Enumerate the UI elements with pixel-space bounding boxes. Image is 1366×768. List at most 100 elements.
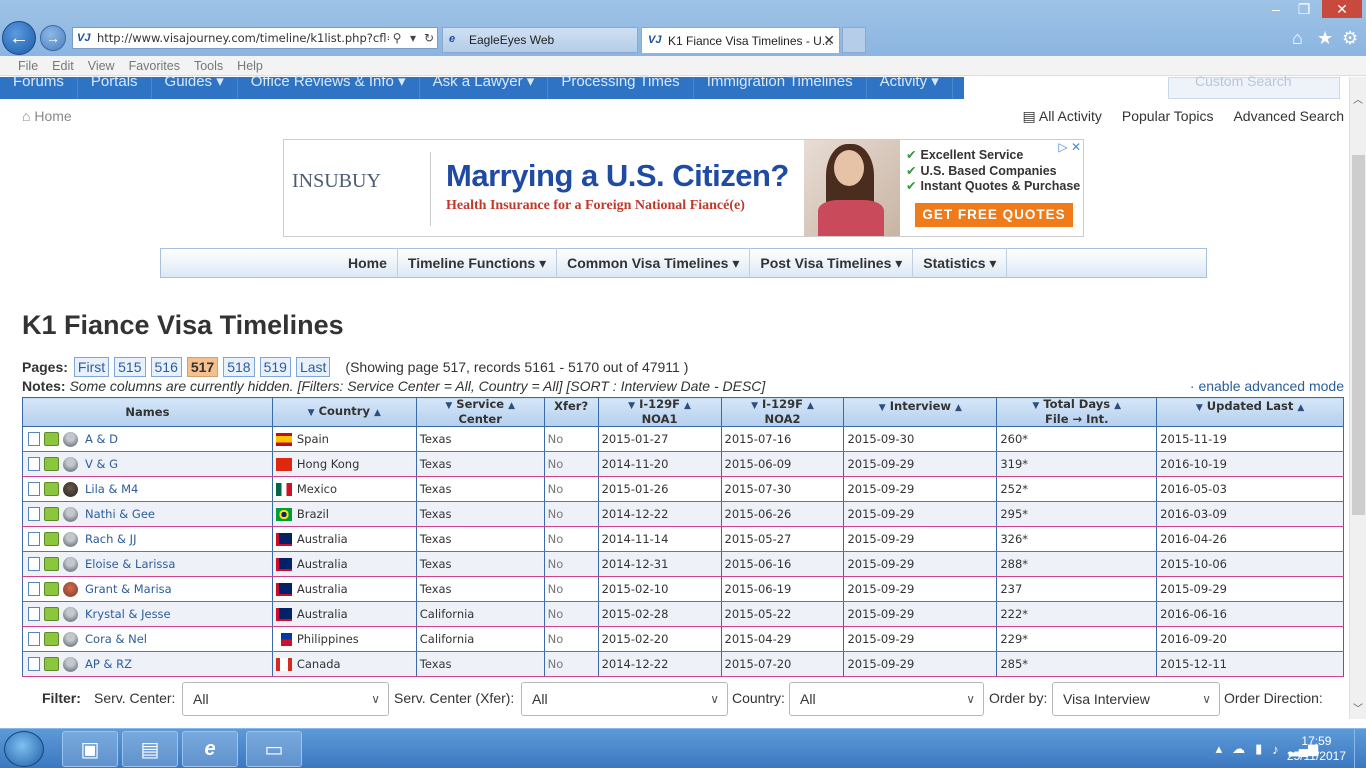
refresh-icon[interactable]: ↻	[421, 31, 437, 45]
nav-forums[interactable]: Forums	[0, 74, 78, 99]
cloud-icon[interactable]: ☁	[1232, 741, 1245, 757]
serv-center-xfer-select[interactable]: All ∨	[521, 682, 728, 716]
ad-cta-button[interactable]: GET FREE QUOTES	[915, 203, 1073, 227]
breadcrumb[interactable]: ⌂ Home	[22, 108, 72, 124]
tray-expand-icon[interactable]: ▴	[1216, 741, 1223, 757]
member-name-link[interactable]: Krystal & Jesse	[85, 607, 171, 621]
document-icon[interactable]	[28, 607, 40, 621]
nav-processing-times[interactable]: Processing Times	[548, 74, 694, 99]
country-link[interactable]: Australia	[297, 582, 348, 596]
member-name-link[interactable]: Eloise & Larissa	[85, 557, 175, 571]
tab-k1-timelines[interactable]: VJ K1 Fiance Visa Timelines - U... ✕	[641, 27, 840, 53]
scroll-down-icon[interactable]: ﹀	[1353, 700, 1363, 715]
visa-nav-home[interactable]: Home	[338, 248, 398, 278]
country-link[interactable]: Canada	[297, 657, 341, 671]
country-link[interactable]: Australia	[297, 607, 348, 621]
all-activity-link[interactable]: ▤ All Activity	[1023, 108, 1102, 125]
col-country[interactable]: ▼ Country ▲	[271, 397, 417, 427]
country-link[interactable]: Mexico	[297, 482, 337, 496]
member-name-link[interactable]: Cora & Nel	[85, 632, 147, 646]
page-last[interactable]: Last	[295, 357, 331, 377]
timeline-icon[interactable]	[44, 607, 59, 621]
ad-banner[interactable]: INSUBUY Marrying a U.S. Citizen? Health …	[283, 139, 1084, 237]
nav-immigration-timelines[interactable]: Immigration Timelines	[694, 74, 867, 99]
country-link[interactable]: Spain	[297, 432, 329, 446]
timeline-icon[interactable]	[44, 532, 59, 546]
member-name-link[interactable]: Rach & JJ	[85, 532, 136, 546]
col-total-days[interactable]: ▼ Total Days ▲ File → Int.	[996, 397, 1158, 427]
advanced-search-link[interactable]: Advanced Search	[1233, 108, 1344, 125]
menu-favorites[interactable]: Favorites	[129, 59, 180, 73]
nav-portals[interactable]: Portals	[78, 74, 152, 99]
document-icon[interactable]	[28, 532, 40, 546]
avatar[interactable]	[63, 481, 78, 497]
office-app-icon[interactable]: ▣	[62, 731, 118, 767]
dropdown-icon[interactable]: ▾	[405, 31, 421, 45]
clock[interactable]: 17:59 25/11/2017	[1287, 734, 1346, 764]
col-service-center[interactable]: ▼ Service ▲ Center	[415, 397, 545, 427]
back-button[interactable]: ←	[2, 21, 36, 55]
order-by-select[interactable]: Visa Interview ∨	[1052, 682, 1220, 716]
page-515[interactable]: 515	[114, 357, 146, 377]
scroll-thumb[interactable]	[1352, 155, 1365, 515]
address-url[interactable]: http://www.visajourney.com/timeline/k1li…	[97, 31, 389, 45]
timeline-icon[interactable]	[44, 557, 59, 571]
maximize-button[interactable]: ❐	[1290, 0, 1318, 18]
avatar[interactable]	[63, 506, 78, 522]
document-icon[interactable]	[28, 557, 40, 571]
home-icon[interactable]: ⌂	[1292, 28, 1303, 49]
minimize-button[interactable]: –	[1262, 0, 1290, 18]
address-bar[interactable]: VJ http://www.visajourney.com/timeline/k…	[72, 27, 438, 49]
country-link[interactable]: Brazil	[297, 507, 329, 521]
scroll-up-icon[interactable]: ︿	[1353, 91, 1363, 106]
nav-office-reviews[interactable]: Office Reviews & Info ▾	[238, 74, 420, 99]
avatar[interactable]	[63, 431, 78, 447]
menu-view[interactable]: View	[88, 59, 115, 73]
new-tab-button[interactable]	[842, 27, 866, 53]
document-icon[interactable]	[28, 507, 40, 521]
timeline-icon[interactable]	[44, 582, 59, 596]
document-icon[interactable]	[28, 582, 40, 596]
member-name-link[interactable]: Grant & Marisa	[85, 582, 172, 596]
ad-close-icon[interactable]: ▷ ✕	[1058, 140, 1081, 154]
col-noa1[interactable]: ▼ I-129F ▲ NOA1	[597, 397, 722, 427]
timeline-icon[interactable]	[44, 632, 59, 646]
page-scrollbar[interactable]: ︿ ﹀	[1349, 77, 1366, 719]
avatar[interactable]	[63, 531, 78, 547]
gear-icon[interactable]: ⚙	[1342, 28, 1358, 49]
page-516[interactable]: 516	[150, 357, 182, 377]
country-link[interactable]: Philippines	[297, 632, 359, 646]
visa-nav-timeline-functions[interactable]: Timeline Functions ▾	[398, 248, 558, 278]
country-link[interactable]: Australia	[297, 557, 348, 571]
visa-nav-statistics[interactable]: Statistics ▾	[913, 248, 1008, 278]
site-search-input[interactable]: Custom Search	[1168, 74, 1340, 99]
col-names[interactable]: Names	[22, 397, 273, 427]
close-tab-icon[interactable]: ✕	[823, 32, 835, 49]
member-name-link[interactable]: Nathi & Gee	[85, 507, 155, 521]
avatar[interactable]	[63, 631, 78, 647]
close-window-button[interactable]: ✕	[1322, 0, 1362, 18]
internet-explorer-icon[interactable]: e	[182, 731, 238, 767]
avatar[interactable]	[63, 656, 78, 672]
breadcrumb-home[interactable]: Home	[34, 108, 71, 124]
search-icon[interactable]: ⚲	[389, 31, 405, 45]
page-first[interactable]: First	[73, 357, 110, 377]
serv-center-select[interactable]: All ∨	[182, 682, 389, 716]
member-name-link[interactable]: V & G	[85, 457, 118, 471]
timeline-icon[interactable]	[44, 507, 59, 521]
avatar[interactable]	[63, 581, 78, 597]
document-icon[interactable]	[28, 657, 40, 671]
forward-button[interactable]: →	[40, 25, 66, 51]
app-window-icon[interactable]: ▭	[246, 731, 302, 767]
menu-help[interactable]: Help	[237, 59, 263, 73]
visa-nav-common-timelines[interactable]: Common Visa Timelines ▾	[557, 248, 751, 278]
timeline-icon[interactable]	[44, 482, 59, 496]
country-link[interactable]: Hong Kong	[297, 457, 360, 471]
page-519[interactable]: 519	[259, 357, 291, 377]
volume-icon[interactable]: ♪	[1272, 742, 1279, 757]
menu-edit[interactable]: Edit	[52, 59, 74, 73]
battery-icon[interactable]: ▮	[1255, 741, 1262, 757]
menu-file[interactable]: File	[18, 59, 38, 73]
popular-topics-link[interactable]: Popular Topics	[1122, 108, 1214, 125]
file-explorer-icon[interactable]: ▤	[122, 731, 178, 767]
